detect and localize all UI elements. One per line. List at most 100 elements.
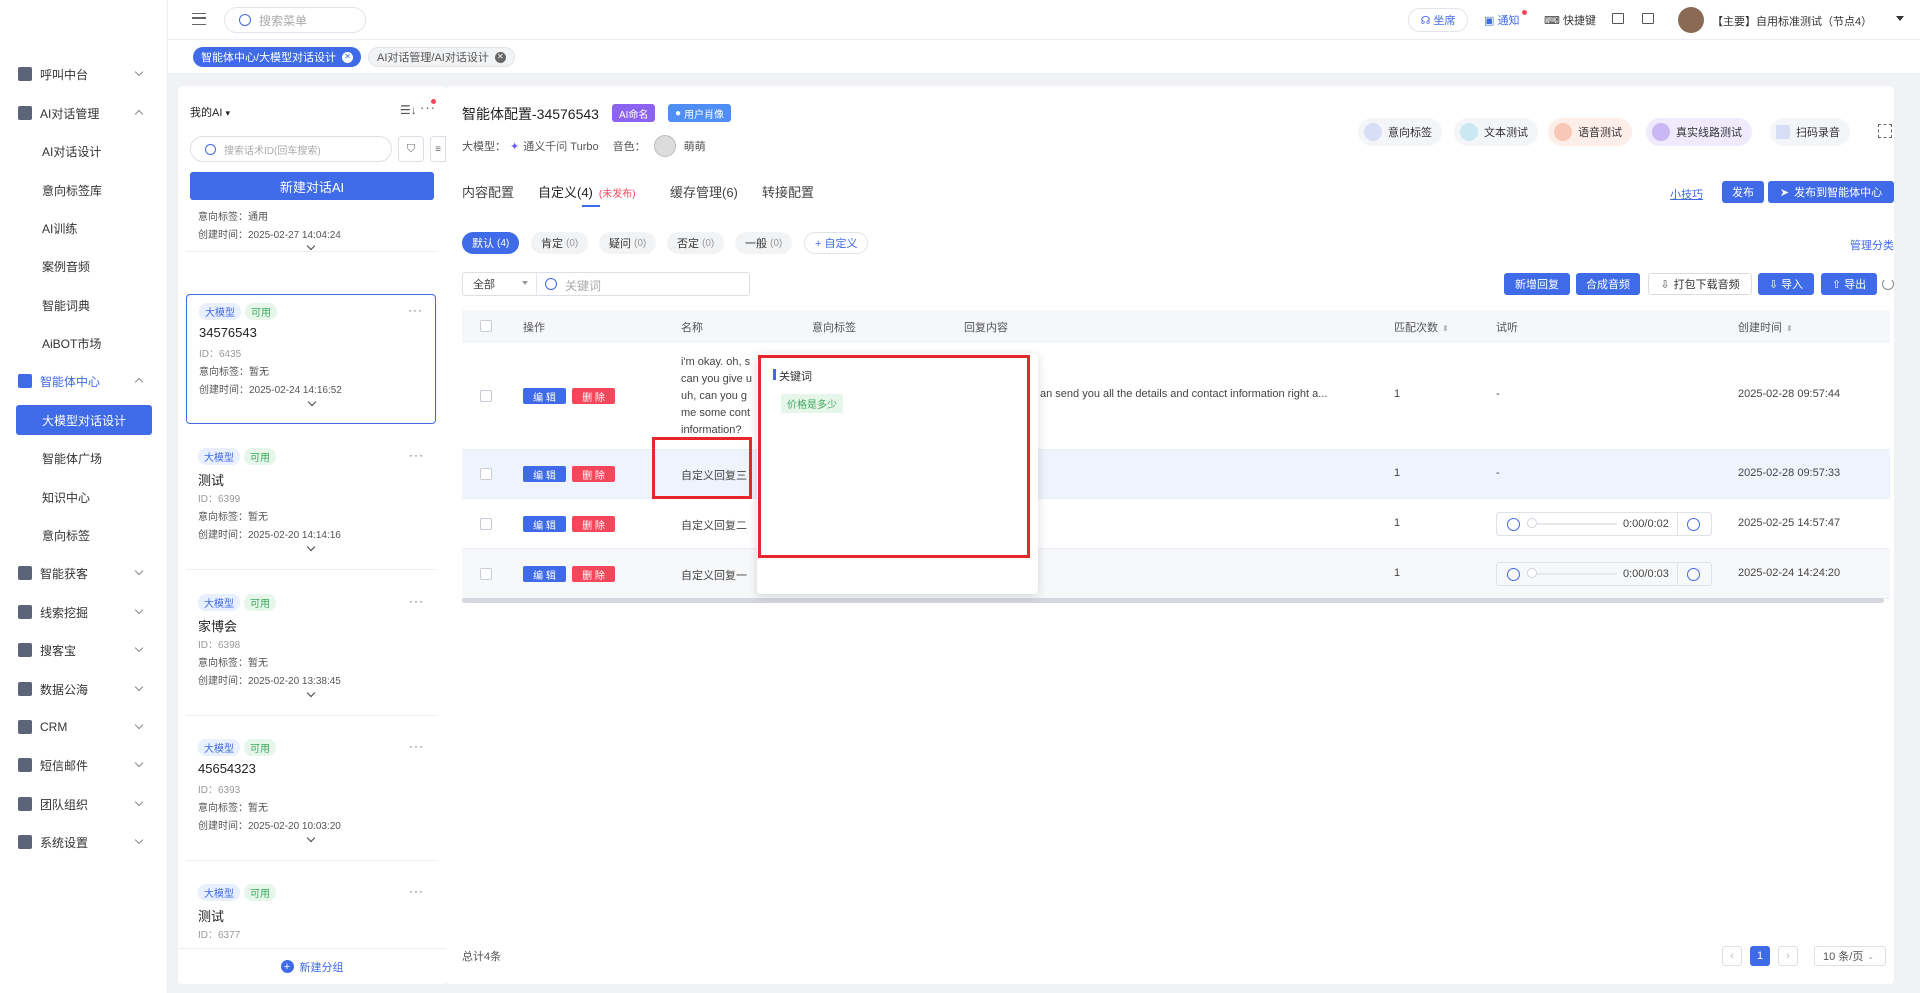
- chevron-down-icon[interactable]: [306, 241, 316, 251]
- synthesize-audio-button[interactable]: 合成音频: [1576, 273, 1640, 295]
- sub-llm-dialog-design[interactable]: 大模型对话设计: [16, 405, 152, 435]
- filter-negative[interactable]: 否定 (0): [667, 232, 725, 254]
- filter-icon[interactable]: ⛉: [398, 136, 424, 162]
- sort-create-time[interactable]: 创建时间 ⬍: [1738, 319, 1793, 335]
- text-test-button[interactable]: 文本测试: [1454, 118, 1538, 146]
- list-item[interactable]: 大模型 可用 ··· 家博会 ID：6398 意向标签：暂无 创建时间：2025-…: [186, 586, 436, 716]
- image-icon[interactable]: [1642, 13, 1654, 24]
- edit-button[interactable]: 编 辑: [523, 466, 566, 482]
- play-icon[interactable]: [1507, 568, 1520, 581]
- tab-cache-manage[interactable]: 缓存管理(6): [670, 182, 738, 201]
- tips-link[interactable]: 小技巧: [1670, 186, 1703, 202]
- ai-name-badge[interactable]: AI命名: [612, 104, 656, 122]
- tab-ai-dialog-design[interactable]: AI对话管理/AI对话设计 ✕: [368, 47, 515, 67]
- scan-record-button[interactable]: 扫码录音: [1770, 118, 1850, 146]
- progress-track[interactable]: [1537, 523, 1617, 525]
- menu-system-settings[interactable]: 系统设置: [0, 826, 168, 858]
- progress-track[interactable]: [1537, 573, 1617, 575]
- calendar-icon[interactable]: [1612, 13, 1624, 24]
- chevron-down-icon[interactable]: [306, 542, 316, 552]
- download-icon[interactable]: [1687, 568, 1700, 581]
- user-portrait-badge[interactable]: ● 用户肖像: [668, 104, 732, 122]
- add-custom-button[interactable]: + 自定义: [804, 232, 869, 254]
- sub-case-audio[interactable]: 案例音频: [0, 250, 168, 282]
- add-reply-button[interactable]: 新增回复: [1504, 273, 1570, 295]
- menu-crm[interactable]: CRM: [0, 711, 168, 743]
- voice-test-button[interactable]: 语音测试: [1548, 118, 1632, 146]
- menu-call-center[interactable]: 呼叫中台: [0, 58, 168, 90]
- row-checkbox[interactable]: [480, 468, 492, 480]
- more-icon[interactable]: ···: [408, 303, 423, 317]
- sub-ai-training[interactable]: AI训练: [0, 212, 168, 244]
- list-item[interactable]: 大模型 可用 ··· 测试 ID：6399 意向标签：暂无 创建时间：2025-0…: [186, 440, 436, 570]
- prev-page-button[interactable]: ‹: [1722, 946, 1742, 966]
- select-all-checkbox[interactable]: [480, 320, 492, 332]
- user-name[interactable]: 【主要】自用标准测试（节点4）: [1712, 13, 1872, 29]
- chevron-down-icon[interactable]: [306, 833, 316, 843]
- seat-button[interactable]: ☊ 坐席: [1408, 8, 1468, 32]
- menu-data-sea[interactable]: 数据公海: [0, 673, 168, 705]
- fullscreen-icon[interactable]: [1878, 124, 1892, 138]
- sub-aibot-market[interactable]: AiBOT市场: [0, 327, 168, 359]
- filter-default[interactable]: 默认 (4): [462, 232, 520, 254]
- intent-tag-tool-button[interactable]: 意向标签: [1358, 118, 1442, 146]
- sub-agent-plaza[interactable]: 智能体广场: [0, 442, 168, 474]
- list-item[interactable]: 大模型 可用 ··· 测试 ID：6377: [186, 876, 436, 954]
- menu-sms-mail[interactable]: 短信邮件: [0, 749, 168, 781]
- chevron-down-icon[interactable]: [307, 397, 317, 407]
- refresh-icon[interactable]: [1882, 278, 1894, 290]
- download-audio-button[interactable]: ⇩ 打包下载音频: [1648, 273, 1752, 295]
- menu-smart-acquire[interactable]: 智能获客: [0, 557, 168, 589]
- row-checkbox[interactable]: [480, 518, 492, 530]
- manage-category-link[interactable]: 管理分类: [1850, 237, 1894, 253]
- edit-button[interactable]: 编 辑: [523, 516, 566, 532]
- list-view-icon[interactable]: ≡: [430, 136, 446, 162]
- menu-lead-mining[interactable]: 线索挖掘: [0, 596, 168, 628]
- category-select[interactable]: 全部: [463, 273, 537, 295]
- sub-knowledge-center[interactable]: 知识中心: [0, 481, 168, 513]
- notice-button[interactable]: ▣ 通知: [1484, 10, 1527, 28]
- sub-intent-tag-lib[interactable]: 意向标签库: [0, 174, 168, 206]
- more-icon[interactable]: ···: [409, 448, 424, 462]
- menu-soukebao[interactable]: 搜客宝: [0, 634, 168, 666]
- list-search-input[interactable]: 搜索话术ID(回车搜索): [190, 136, 392, 162]
- list-item-selected[interactable]: 大模型 可用 ··· 34576543 ID：6435 意向标签：暂无 创建时间：…: [186, 294, 436, 424]
- edit-button[interactable]: 编 辑: [523, 566, 566, 582]
- menu-search[interactable]: 搜索菜单: [224, 7, 366, 33]
- menu-agent-center[interactable]: 智能体中心: [0, 365, 168, 397]
- export-button[interactable]: ⇧ 导出: [1821, 273, 1877, 295]
- caret-down-icon[interactable]: [1896, 16, 1904, 21]
- menu-fold-icon[interactable]: [192, 13, 206, 25]
- new-dialog-ai-button[interactable]: 新建对话AI: [190, 172, 434, 200]
- menu-ai-dialog[interactable]: AI对话管理: [0, 97, 168, 129]
- row-checkbox[interactable]: [480, 390, 492, 402]
- sort-icon[interactable]: ☰↓: [400, 103, 417, 117]
- chevron-down-icon[interactable]: [306, 688, 316, 698]
- play-icon[interactable]: [1507, 518, 1520, 531]
- tab-llm-dialog-design[interactable]: 智能体中心/大模型对话设计 ✕: [193, 47, 362, 67]
- publish-button[interactable]: 发布: [1722, 181, 1764, 203]
- delete-button[interactable]: 删 除: [572, 466, 615, 482]
- more-icon[interactable]: ···: [409, 884, 424, 898]
- progress-knob[interactable]: [1527, 518, 1537, 528]
- filter-question[interactable]: 疑问 (0): [599, 232, 657, 254]
- tab-content-config[interactable]: 内容配置: [462, 182, 514, 201]
- filter-general[interactable]: 一般 (0): [735, 232, 793, 254]
- delete-button[interactable]: 删 除: [572, 566, 615, 582]
- real-line-test-button[interactable]: 真实线路测试: [1646, 118, 1752, 146]
- tab-custom[interactable]: 自定义(4) (未发布): [538, 182, 636, 201]
- menu-team-org[interactable]: 团队组织: [0, 788, 168, 820]
- sub-smart-dict[interactable]: 智能词典: [0, 289, 168, 321]
- publish-to-center-button[interactable]: ➤ 发布到智能体中心: [1768, 181, 1894, 203]
- download-icon[interactable]: [1687, 518, 1700, 531]
- filter-positive[interactable]: 肯定 (0): [531, 232, 589, 254]
- next-page-button[interactable]: ›: [1778, 946, 1798, 966]
- edit-button[interactable]: 编 辑: [523, 388, 566, 404]
- horizontal-scrollbar[interactable]: [462, 598, 1884, 603]
- close-icon[interactable]: ✕: [342, 51, 354, 63]
- page-number[interactable]: 1: [1750, 946, 1770, 966]
- new-group-button[interactable]: + 新建分组: [178, 948, 446, 984]
- delete-button[interactable]: 删 除: [572, 388, 615, 404]
- avatar[interactable]: [1678, 7, 1704, 33]
- import-button[interactable]: ⇩ 导入: [1758, 273, 1814, 295]
